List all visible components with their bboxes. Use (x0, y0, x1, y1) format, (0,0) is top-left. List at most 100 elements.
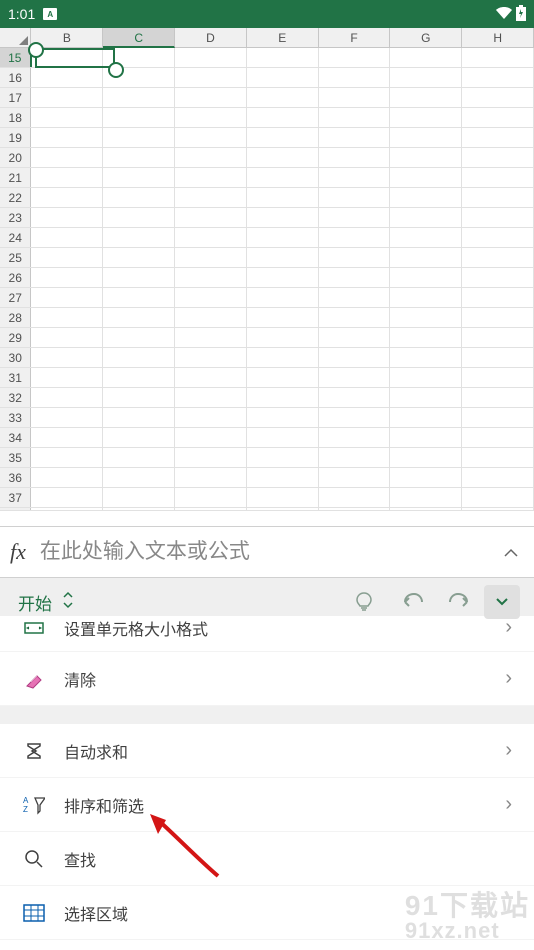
cell[interactable] (319, 388, 391, 407)
cell[interactable] (175, 488, 247, 507)
cell[interactable] (462, 208, 534, 227)
cell[interactable] (390, 408, 462, 427)
row-header[interactable]: 38 (0, 508, 31, 510)
cell[interactable] (31, 108, 103, 127)
cell[interactable] (31, 88, 103, 107)
cell[interactable] (31, 128, 103, 147)
cell[interactable] (103, 508, 175, 510)
cell[interactable] (175, 48, 247, 67)
cell[interactable] (31, 348, 103, 367)
cell[interactable] (462, 508, 534, 510)
cell[interactable] (175, 328, 247, 347)
cell[interactable] (247, 428, 319, 447)
cell[interactable] (319, 68, 391, 87)
cell[interactable] (390, 48, 462, 67)
cell[interactable] (103, 208, 175, 227)
cell[interactable] (390, 148, 462, 167)
cell[interactable] (319, 328, 391, 347)
cell[interactable] (462, 48, 534, 67)
cell[interactable] (390, 468, 462, 487)
cell[interactable] (103, 248, 175, 267)
cell[interactable] (103, 168, 175, 187)
cell[interactable] (175, 228, 247, 247)
cell[interactable] (247, 108, 319, 127)
cell[interactable] (390, 268, 462, 287)
cell[interactable] (103, 348, 175, 367)
row-header[interactable]: 21 (0, 168, 31, 187)
cell[interactable] (462, 68, 534, 87)
cell[interactable] (31, 428, 103, 447)
cell[interactable] (390, 328, 462, 347)
cell[interactable] (103, 308, 175, 327)
cell[interactable] (103, 108, 175, 127)
row-header[interactable]: 34 (0, 428, 31, 447)
row-header[interactable]: 15 (0, 48, 32, 67)
cell[interactable] (319, 128, 391, 147)
cell[interactable] (31, 468, 103, 487)
row-header[interactable]: 37 (0, 488, 31, 507)
row-header[interactable]: 32 (0, 388, 31, 407)
col-header-e[interactable]: E (247, 28, 319, 47)
row-header[interactable]: 29 (0, 328, 31, 347)
cell[interactable] (390, 188, 462, 207)
cell[interactable] (247, 468, 319, 487)
cell[interactable] (31, 408, 103, 427)
cell[interactable] (390, 508, 462, 510)
cell[interactable] (390, 368, 462, 387)
ribbon-tab-home[interactable]: 开始 (18, 590, 74, 615)
row-header[interactable]: 28 (0, 308, 31, 327)
cell[interactable] (31, 68, 103, 87)
row-header[interactable]: 20 (0, 148, 31, 167)
cell[interactable] (32, 48, 104, 67)
cell[interactable] (247, 408, 319, 427)
row-header[interactable]: 33 (0, 408, 31, 427)
cell[interactable] (247, 128, 319, 147)
cell[interactable] (390, 88, 462, 107)
cell[interactable] (31, 368, 103, 387)
cell[interactable] (31, 508, 103, 510)
col-header-d[interactable]: D (175, 28, 247, 47)
cell[interactable] (390, 308, 462, 327)
cell[interactable] (247, 48, 319, 67)
cell[interactable] (247, 348, 319, 367)
spreadsheet-grid[interactable]: B C D E F G H 15 16 17 18 19 20 21 22 23… (0, 28, 534, 526)
row-header[interactable]: 25 (0, 248, 31, 267)
cell[interactable] (319, 348, 391, 367)
cell[interactable] (31, 268, 103, 287)
cell[interactable] (319, 208, 391, 227)
cell[interactable] (462, 188, 534, 207)
cell[interactable] (103, 288, 175, 307)
cell[interactable] (319, 488, 391, 507)
formula-expand-icon[interactable] (498, 542, 524, 563)
cell[interactable] (31, 328, 103, 347)
cell[interactable] (390, 248, 462, 267)
cell[interactable] (390, 108, 462, 127)
cell[interactable] (175, 68, 247, 87)
cell[interactable] (247, 508, 319, 510)
row-header[interactable]: 17 (0, 88, 31, 107)
cell[interactable] (103, 388, 175, 407)
cell[interactable] (175, 108, 247, 127)
cell[interactable] (103, 448, 175, 467)
cell[interactable] (319, 248, 391, 267)
cell[interactable] (31, 488, 103, 507)
cell[interactable] (175, 168, 247, 187)
cell[interactable] (175, 268, 247, 287)
cell[interactable] (31, 288, 103, 307)
cell[interactable] (462, 328, 534, 347)
row-header[interactable]: 31 (0, 368, 31, 387)
cell[interactable] (319, 508, 391, 510)
cell[interactable] (390, 168, 462, 187)
cell[interactable] (462, 288, 534, 307)
row-header[interactable]: 16 (0, 68, 31, 87)
cell[interactable] (175, 408, 247, 427)
cell[interactable] (319, 188, 391, 207)
cell[interactable] (462, 248, 534, 267)
ribbon-more-button[interactable] (484, 585, 520, 619)
cell[interactable] (390, 228, 462, 247)
menu-find[interactable]: 查找 (0, 832, 534, 886)
cell[interactable] (247, 308, 319, 327)
cell[interactable] (103, 408, 175, 427)
cell[interactable] (31, 208, 103, 227)
cell[interactable] (103, 228, 175, 247)
